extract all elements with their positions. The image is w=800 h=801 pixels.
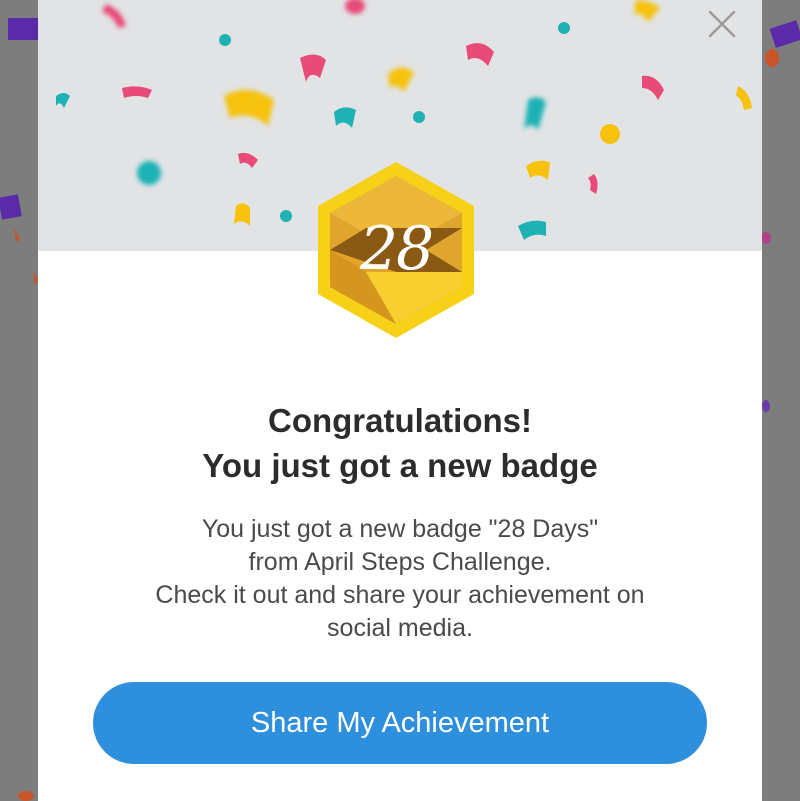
confetti-piece — [388, 67, 414, 92]
title-line-1: Congratulations! — [268, 402, 532, 439]
message-line-2: from April Steps Challenge. — [248, 548, 552, 576]
confetti-piece — [280, 210, 292, 222]
confetti-piece — [634, 0, 660, 22]
confetti-piece — [334, 107, 356, 128]
close-button[interactable] — [702, 4, 742, 44]
confetti-piece — [300, 54, 326, 82]
confetti-piece — [642, 75, 664, 100]
confetti-piece — [102, 4, 126, 28]
close-icon — [708, 10, 736, 38]
confetti-piece — [14, 228, 20, 242]
badge-number: 28 — [359, 214, 434, 284]
message-line-1: You just got a new badge "28 Days" — [201, 515, 599, 543]
message-line-3: Check it out and share your achievement … — [155, 581, 645, 609]
confetti-piece — [18, 791, 34, 801]
confetti-piece — [518, 220, 546, 240]
confetti-piece — [137, 161, 161, 185]
confetti-piece — [224, 89, 274, 126]
confetti-piece — [8, 18, 38, 40]
confetti-piece — [56, 93, 70, 108]
modal-message: You just got a new badge "28 Days" from … — [38, 513, 762, 645]
confetti-piece — [600, 124, 620, 144]
confetti-piece — [524, 97, 546, 130]
confetti-piece — [526, 160, 550, 180]
confetti-piece — [238, 152, 258, 168]
confetti-piece — [769, 20, 800, 48]
confetti-piece — [588, 174, 598, 194]
confetti-piece — [234, 203, 250, 226]
confetti-piece — [762, 400, 770, 412]
achievement-badge: 28 — [316, 160, 484, 342]
badge-modal: 28 Congratulations! You just got a new b… — [38, 0, 762, 801]
share-achievement-button[interactable]: Share My Achievement — [93, 682, 707, 764]
confetti-piece — [345, 0, 365, 14]
confetti-piece — [219, 34, 231, 46]
title-line-2: You just got a new badge — [202, 447, 598, 484]
confetti-piece — [413, 111, 425, 123]
confetti-piece — [761, 232, 771, 244]
modal-title: Congratulations! You just got a new badg… — [38, 398, 762, 488]
confetti-piece — [736, 86, 752, 110]
confetti-piece — [466, 43, 494, 66]
confetti-piece — [0, 194, 22, 220]
confetti-piece — [765, 49, 779, 67]
confetti-piece — [122, 86, 152, 98]
confetti-piece — [558, 22, 570, 34]
message-line-4: social media. — [327, 614, 473, 642]
